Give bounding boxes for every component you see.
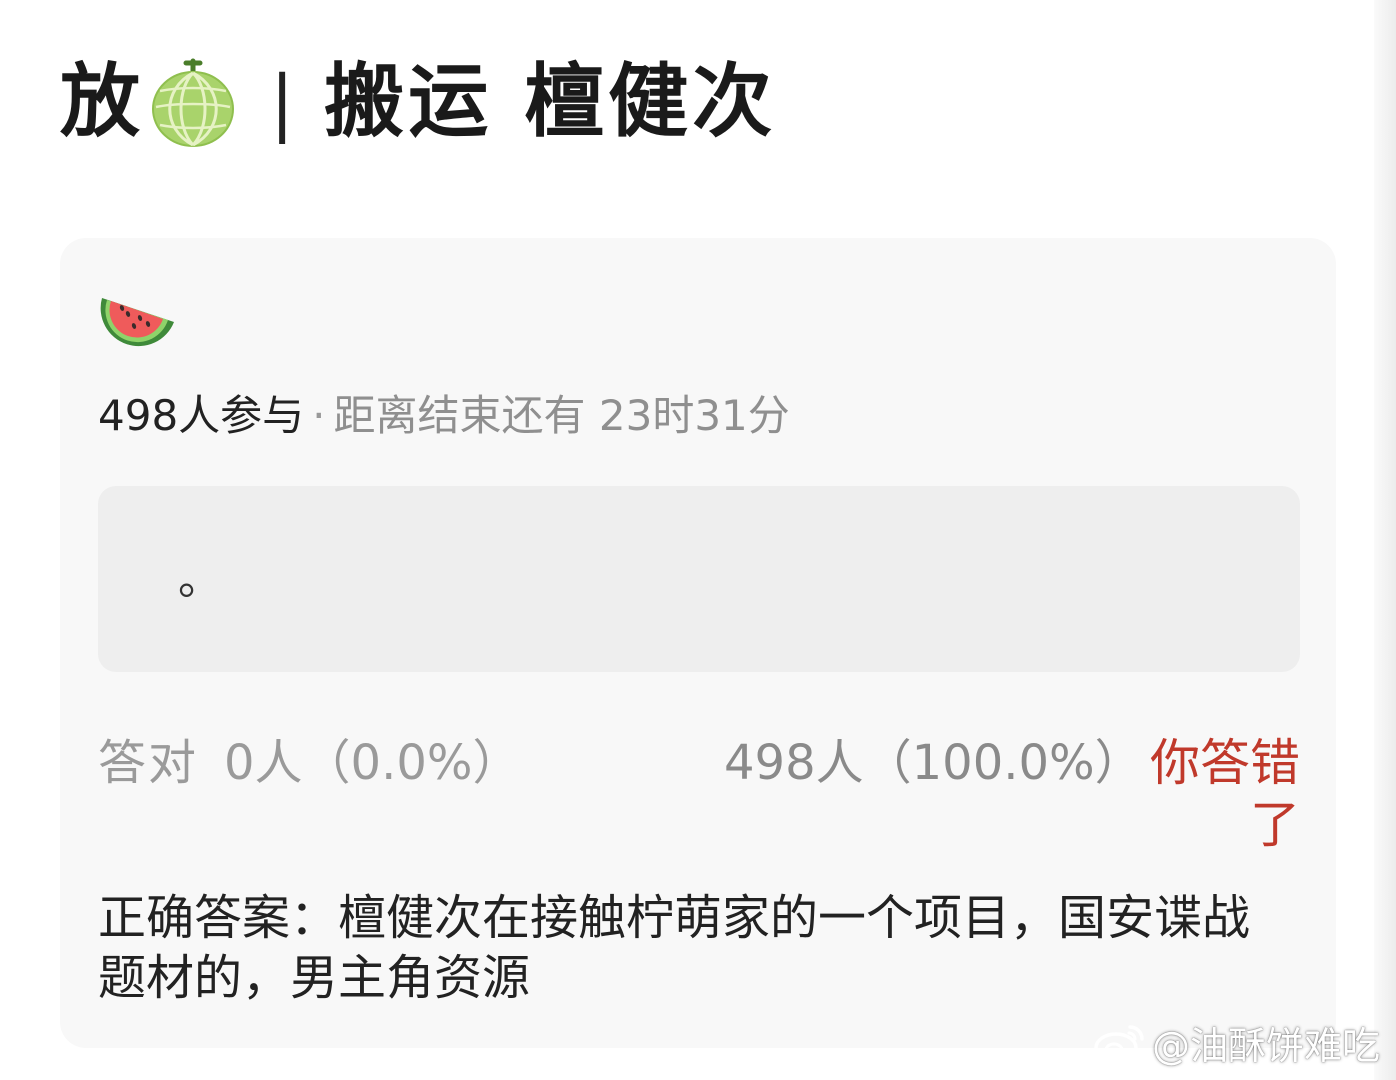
post-header: 放 | 搬运 檀健次	[60, 52, 776, 152]
answer-option[interactable]: 。	[98, 486, 1300, 672]
wrong-answer-badge: 你答错了	[1150, 734, 1300, 854]
quiz-card: 498人参与 · 距离结束还有 23时31分 。 答对 0人（0.0%） 498人（…	[60, 238, 1336, 1048]
header-separator: |	[270, 60, 295, 144]
meta-dot: ·	[312, 391, 326, 440]
melon-icon	[152, 58, 234, 147]
quiz-meta: 498人参与 · 距离结束还有 23时31分	[98, 388, 790, 444]
right-edge-shadow	[1374, 0, 1396, 1080]
correct-count: 0人（0.0%）	[224, 735, 521, 791]
weibo-watermark: @油酥饼难吃	[1092, 1015, 1380, 1070]
correct-answer-text: 正确答案：檀健次在接触柠萌家的一个项目，国安谍战题材的，男主角资源	[98, 890, 1251, 1006]
watermark-text: @油酥饼难吃	[1151, 1024, 1380, 1068]
watermelon-icon	[100, 298, 174, 347]
option-text: 。	[178, 554, 222, 605]
time-remaining: 距离结束还有 23时31分	[333, 391, 790, 440]
header-title-char: 放	[60, 55, 142, 148]
correct-label: 答对	[98, 735, 199, 791]
result-stats: 答对 0人（0.0%） 498人（100.0%） 你答错了	[98, 732, 1300, 854]
participants-count: 498人参与	[98, 391, 305, 440]
header-subtitle: 搬运 檀健次	[324, 55, 777, 148]
weibo-logo-icon	[1094, 1024, 1144, 1064]
wrong-count: 498人（100.0%）	[724, 735, 1143, 791]
